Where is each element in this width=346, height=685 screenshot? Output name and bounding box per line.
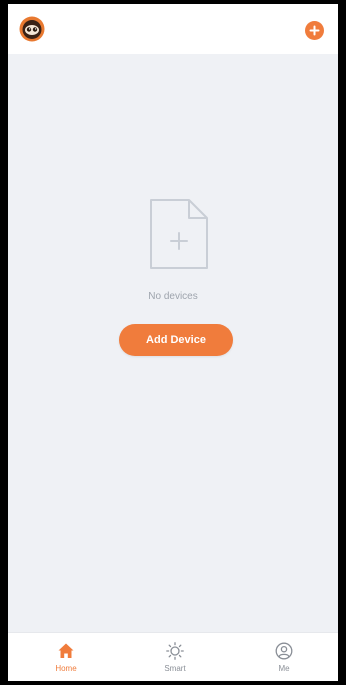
tab-smart[interactable]: Smart <box>145 633 205 681</box>
home-screen: No devices Add Device Home Smart Me <box>8 4 338 681</box>
home-icon <box>56 641 76 661</box>
add-file-icon <box>150 199 208 269</box>
plus-circle-icon <box>309 25 320 36</box>
tab-home[interactable]: Home <box>36 633 96 681</box>
owl-logo-icon <box>19 16 45 42</box>
bottom-nav: Home Smart Me <box>8 632 338 681</box>
tab-home-label: Home <box>55 664 77 673</box>
empty-state-message: No devices <box>148 291 198 302</box>
tab-smart-label: Smart <box>164 664 186 673</box>
sun-icon <box>165 641 185 661</box>
user-circle-icon <box>274 641 294 661</box>
add-device-button[interactable]: Add Device <box>119 324 233 356</box>
tab-me[interactable]: Me <box>254 633 314 681</box>
tab-me-label: Me <box>278 664 290 673</box>
add-button[interactable] <box>305 21 324 40</box>
top-bar <box>8 4 338 54</box>
